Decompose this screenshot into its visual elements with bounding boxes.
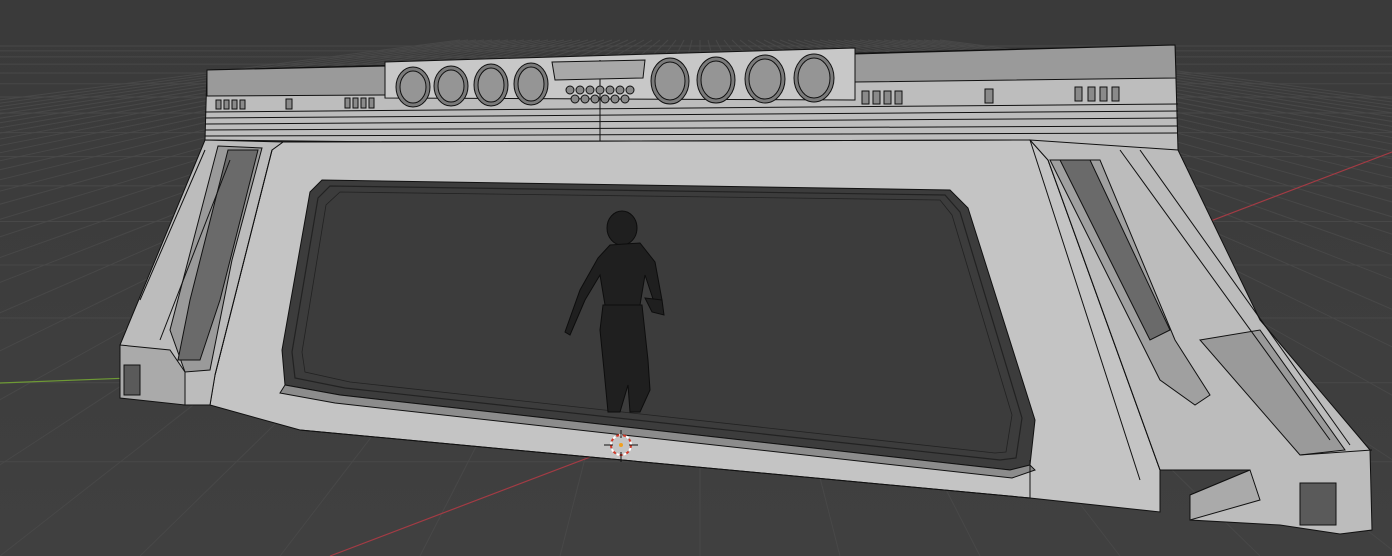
character-legs xyxy=(599,304,651,413)
right-leg-vents xyxy=(1299,482,1337,526)
character-head xyxy=(606,210,638,246)
3d-viewport[interactable] xyxy=(0,0,1392,556)
viewport-canvas[interactable] xyxy=(0,0,1392,556)
left-leg-vents xyxy=(123,364,141,396)
